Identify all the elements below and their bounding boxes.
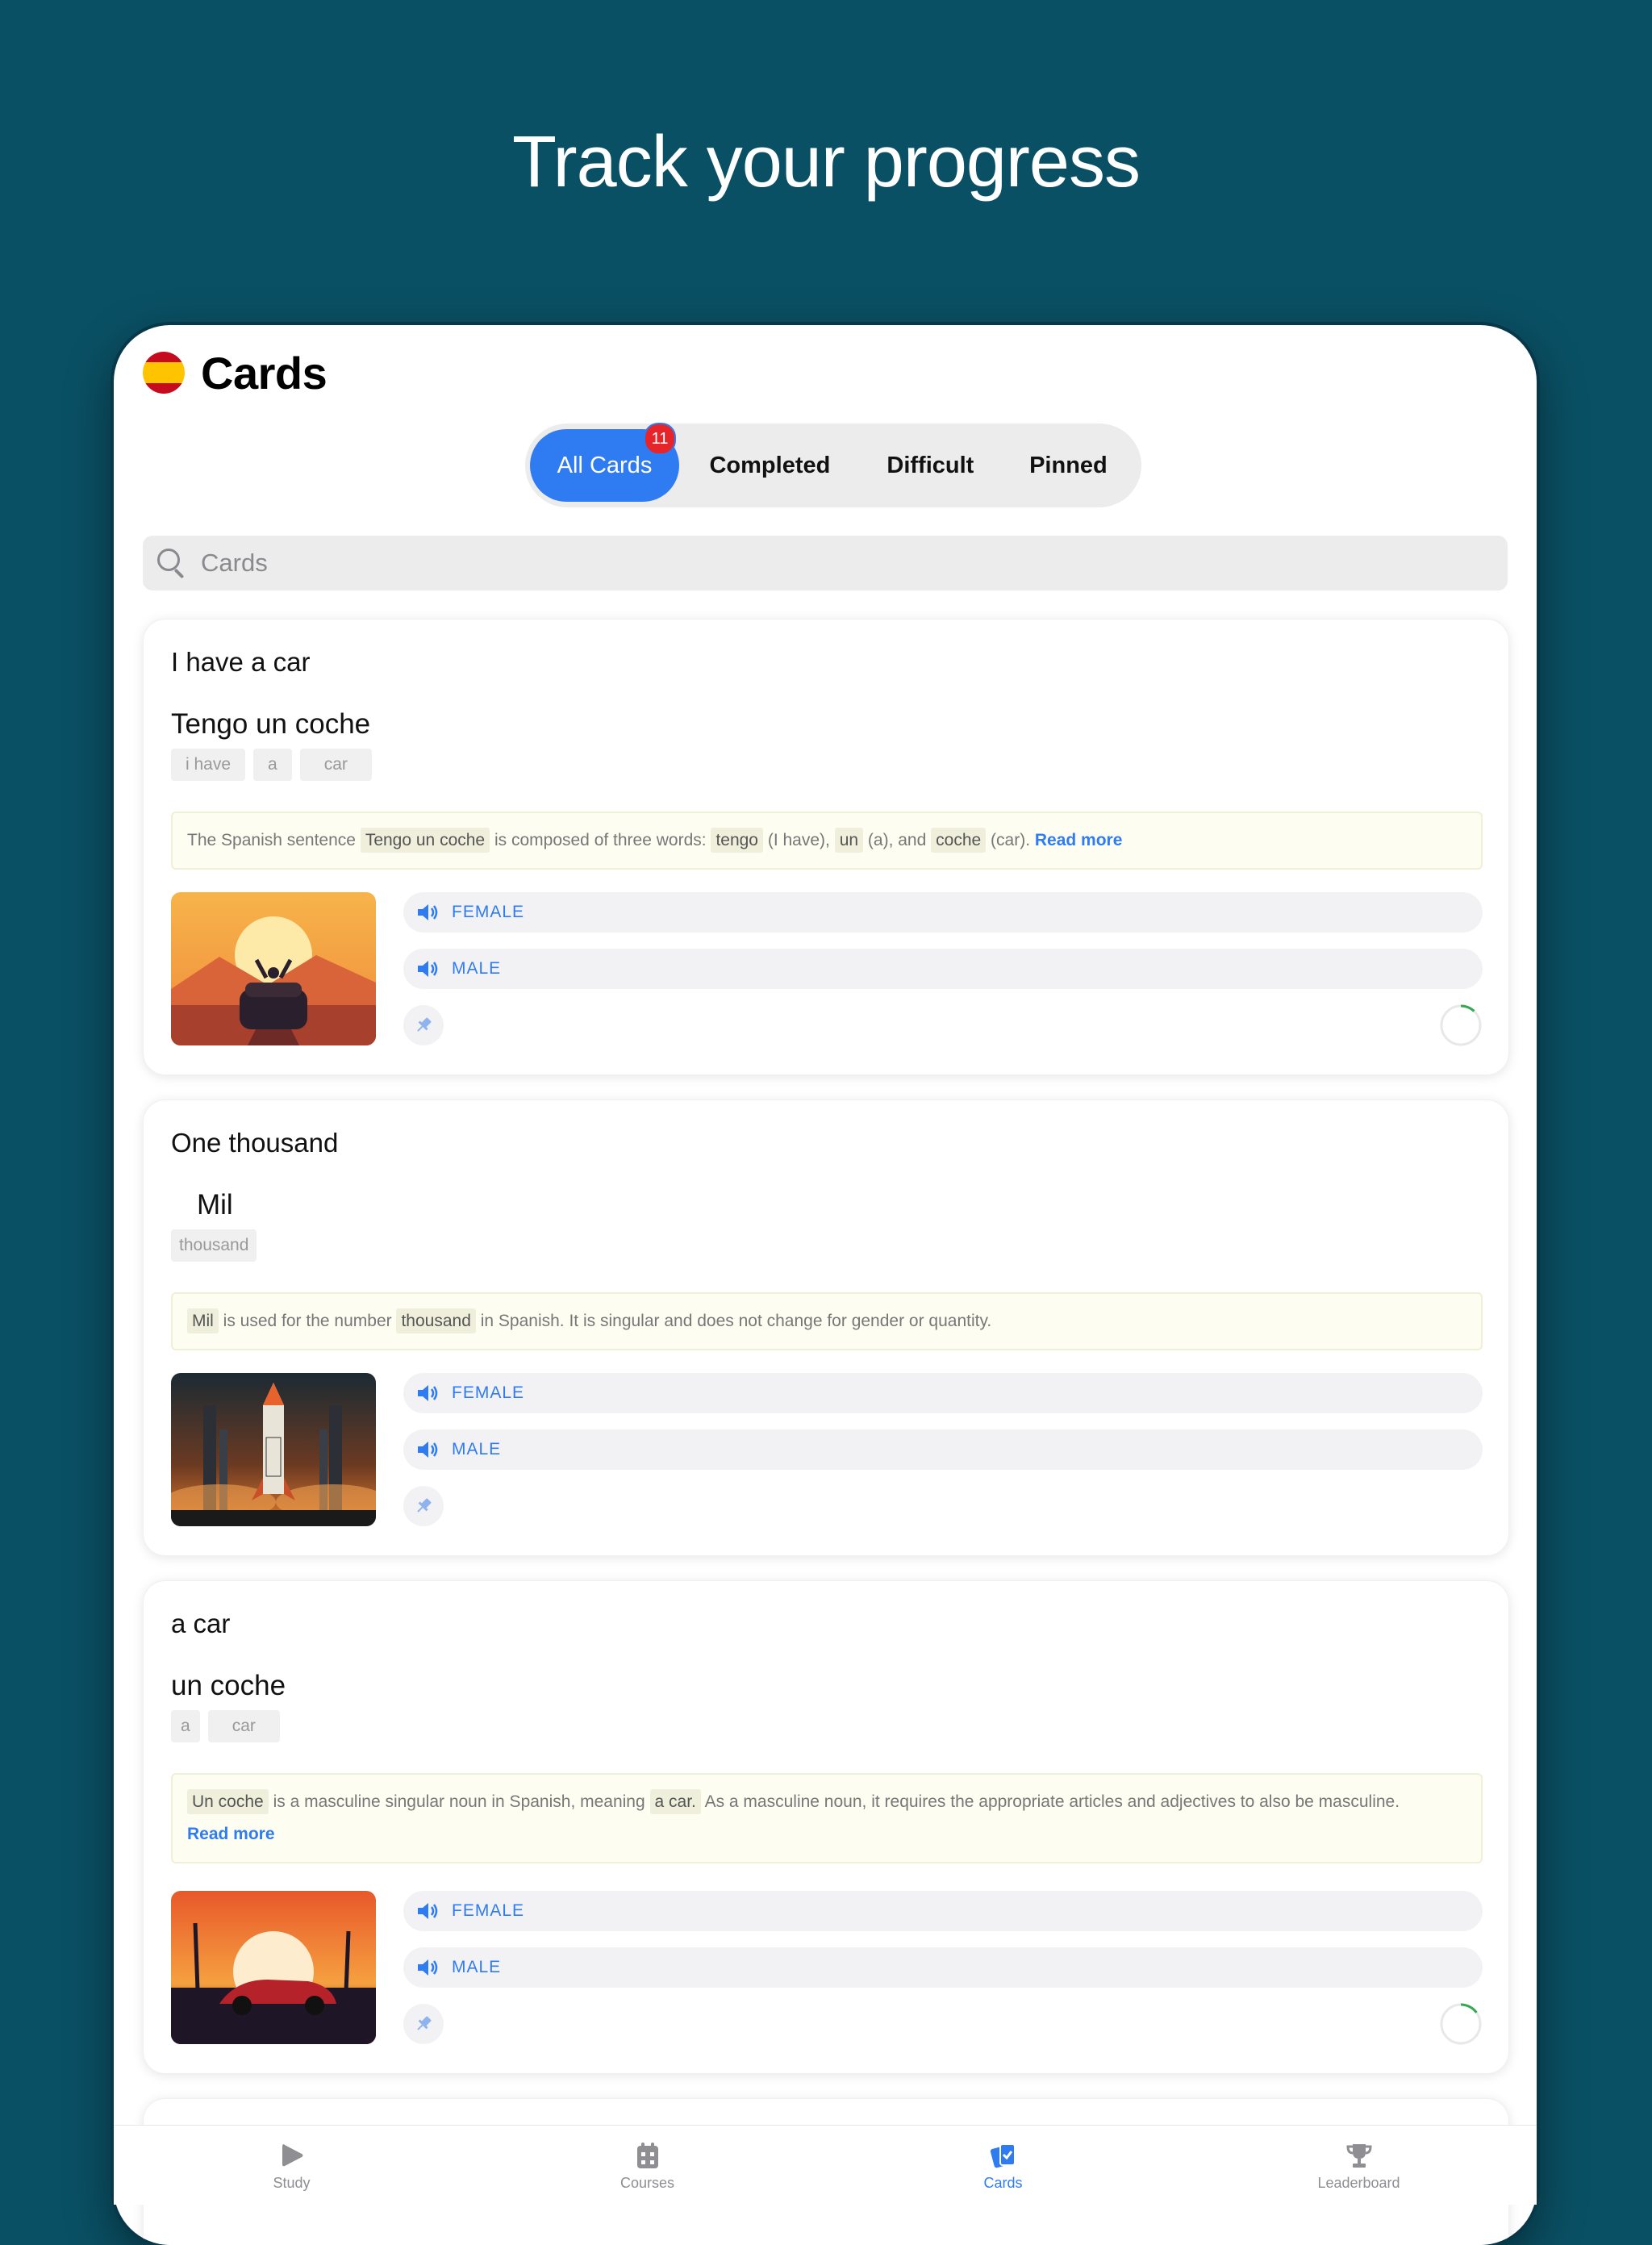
word-chip[interactable]: a — [171, 1710, 200, 1742]
card-a-car[interactable]: a car un coche a car Un coche is a mascu… — [143, 1580, 1509, 2074]
search-icon — [156, 547, 188, 579]
read-more-link[interactable]: Read more — [1035, 831, 1123, 849]
tab-courses[interactable]: Courses — [469, 2126, 825, 2205]
explanation-note: Un coche is a masculine singular noun in… — [171, 1773, 1483, 1863]
note-text: is used for the number — [223, 1312, 392, 1330]
note-text: (a), and — [867, 831, 927, 849]
speaker-icon — [416, 1958, 439, 1977]
tab-bar: Study Courses Cards Leaderboard — [114, 2125, 1537, 2205]
device-frame: Cards All Cards 11 Completed Difficult P… — [114, 325, 1537, 2245]
note-highlight: un — [834, 828, 864, 853]
audio-label: FEMALE — [452, 1901, 525, 1920]
pin-button[interactable] — [403, 1486, 444, 1526]
card-spanish: Tengo un coche — [171, 708, 371, 740]
audio-label: FEMALE — [452, 1383, 525, 1402]
red-car-sunset-illustration — [171, 1891, 376, 2044]
note-text: (car). — [991, 831, 1031, 849]
note-highlight: a car. — [649, 1789, 701, 1814]
pin-icon — [417, 1017, 432, 1032]
speaker-icon — [416, 903, 439, 922]
tab-label: Study — [273, 2174, 311, 2191]
count-badge: 11 — [644, 423, 677, 455]
note-highlight: Tengo un coche — [360, 828, 490, 853]
card-english: a car — [171, 1609, 231, 1638]
note-text: is a masculine singular noun in Spanish,… — [273, 1792, 645, 1811]
page-header: Cards — [143, 346, 327, 399]
tab-study[interactable]: Study — [114, 2126, 469, 2205]
speaker-icon — [416, 1901, 439, 1921]
word-chips: thousand — [171, 1229, 257, 1262]
search-bar — [143, 536, 1508, 590]
audio-label: MALE — [452, 1958, 502, 1976]
rocket-launch-illustration — [171, 1373, 376, 1526]
card-english: One thousand — [171, 1128, 339, 1158]
tab-pinned[interactable]: Pinned — [1000, 429, 1137, 502]
note-highlight: Mil — [187, 1308, 219, 1333]
calendar-icon — [636, 2142, 658, 2168]
audio-female-button[interactable]: FEMALE — [403, 1891, 1483, 1931]
tab-leaderboard[interactable]: Leaderboard — [1181, 2126, 1537, 2205]
word-chips: a car — [171, 1710, 280, 1742]
headline: Track your progress — [512, 122, 1141, 202]
word-chip[interactable]: thousand — [171, 1229, 257, 1262]
audio-female-button[interactable]: FEMALE — [403, 1373, 1483, 1413]
pin-icon — [417, 2016, 432, 2030]
play-icon — [282, 2143, 302, 2166]
progress-ring — [1440, 2003, 1482, 2045]
card-i-have-a-car[interactable]: I have a car Tengo un coche i have a car… — [143, 619, 1509, 1075]
pin-icon — [417, 1498, 432, 1513]
speaker-icon — [416, 1383, 439, 1403]
audio-label: FEMALE — [452, 903, 525, 921]
audio-label: MALE — [452, 959, 502, 978]
tab-cards[interactable]: Cards — [825, 2126, 1181, 2205]
page-title: Cards — [201, 347, 327, 399]
note-highlight: tengo — [711, 828, 763, 853]
tab-label: Leaderboard — [1317, 2174, 1400, 2191]
tab-difficult[interactable]: Difficult — [861, 429, 1000, 502]
word-chip[interactable]: i have — [171, 749, 246, 781]
read-more-link[interactable]: Read more — [187, 1825, 275, 1843]
note-text: in Spanish. It is singular and does not … — [480, 1312, 992, 1330]
note-text: As a masculine noun, it requires the app… — [704, 1792, 1400, 1811]
filter-segmented-control: All Cards 11 Completed Difficult Pinned — [525, 423, 1141, 507]
note-text: is composed of three words: — [494, 831, 707, 849]
word-chip[interactable]: car — [299, 749, 372, 781]
speaker-icon — [416, 959, 439, 979]
note-text: (I have), — [767, 831, 830, 849]
tab-all-cards-label: All Cards — [557, 452, 653, 478]
card-one-thousand[interactable]: One thousand Mil thousand Mil is used fo… — [143, 1100, 1509, 1556]
audio-female-button[interactable]: FEMALE — [403, 892, 1483, 933]
card-spanish: Mil — [197, 1189, 233, 1221]
explanation-note: Mil is used for the number thousand in S… — [171, 1292, 1483, 1350]
progress-ring — [1440, 1004, 1482, 1046]
cards-icon — [990, 2143, 1016, 2168]
note-highlight: Un coche — [187, 1789, 269, 1814]
tab-label: Cards — [983, 2174, 1023, 2191]
pin-button[interactable] — [403, 1005, 444, 1045]
audio-male-button[interactable]: MALE — [403, 1429, 1483, 1470]
tab-completed[interactable]: Completed — [679, 429, 861, 502]
card-spanish: un coche — [171, 1670, 286, 1701]
trophy-icon — [1345, 2143, 1372, 2168]
spain-flag-icon — [143, 352, 185, 394]
explanation-note: The Spanish sentence Tengo un coche is c… — [171, 812, 1483, 870]
card-english: I have a car — [171, 647, 311, 677]
audio-male-button[interactable]: MALE — [403, 949, 1483, 989]
note-highlight: thousand — [396, 1308, 476, 1333]
audio-male-button[interactable]: MALE — [403, 1947, 1483, 1988]
tab-label: Courses — [620, 2174, 675, 2191]
speaker-icon — [416, 1440, 439, 1459]
word-chips: i have a car — [171, 749, 372, 781]
search-input[interactable] — [199, 548, 1412, 578]
note-highlight: coche — [931, 828, 987, 853]
audio-label: MALE — [452, 1440, 502, 1458]
word-chip[interactable]: a — [253, 749, 292, 781]
word-chip[interactable]: car — [207, 1710, 280, 1742]
tab-all-cards[interactable]: All Cards 11 — [530, 423, 680, 502]
note-text: The Spanish sentence — [187, 831, 356, 849]
car-sunset-illustration — [171, 892, 376, 1045]
pin-button[interactable] — [403, 2004, 444, 2044]
